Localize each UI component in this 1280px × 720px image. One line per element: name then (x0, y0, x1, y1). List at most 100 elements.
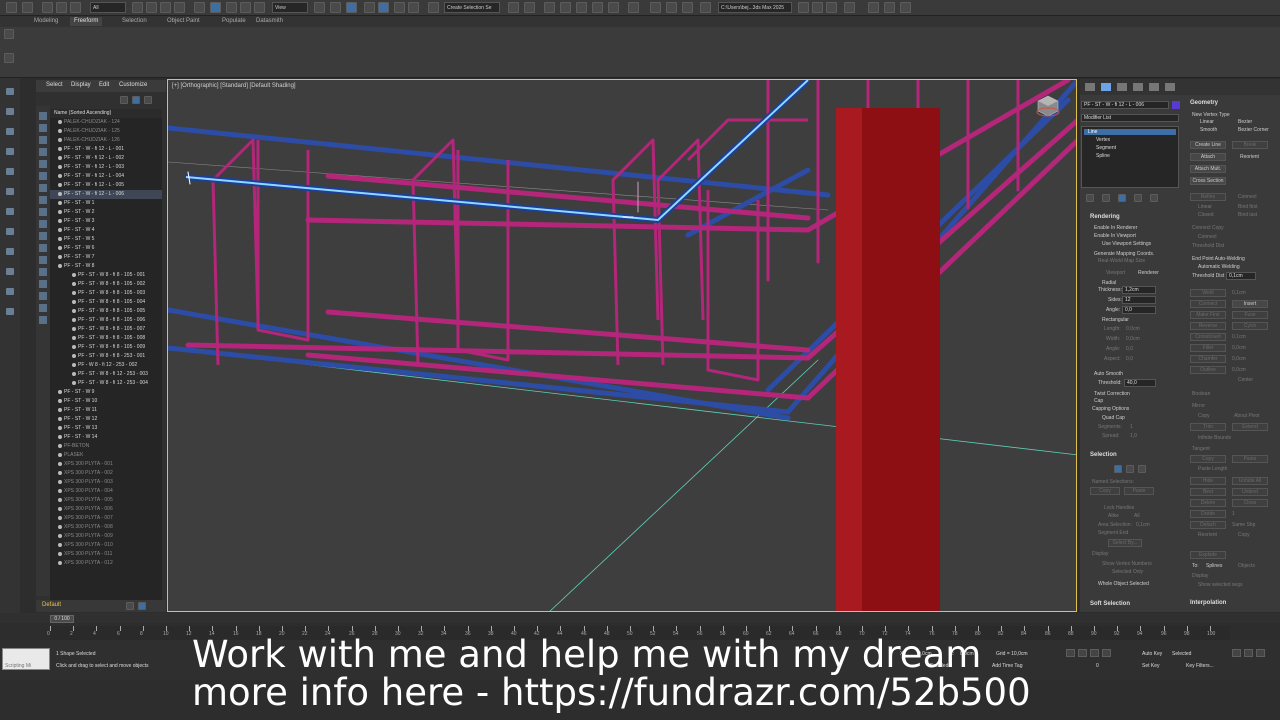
cameras-filter-icon[interactable] (6, 308, 14, 315)
selected-only-checkbox[interactable]: Selected Only (1112, 569, 1143, 575)
reorient2-checkbox[interactable]: Reorient (1198, 532, 1217, 538)
toggle-scene-explorer-icon[interactable] (544, 2, 555, 13)
tree-row[interactable]: PF - ST - W 11 (50, 406, 162, 415)
interpolation-rollout[interactable]: Interpolation (1190, 600, 1226, 606)
sides-spinner[interactable]: 12 (1122, 296, 1156, 304)
segment-end-checkbox[interactable]: Segment End (1098, 530, 1128, 536)
bind-first-checkbox[interactable]: Bind first (1238, 204, 1257, 210)
select-by-button[interactable]: Select By... (1108, 539, 1142, 547)
layer-options-icon[interactable] (126, 602, 134, 610)
placement-icon[interactable] (254, 2, 265, 13)
keyboard-shortcut-icon[interactable] (346, 2, 357, 13)
use-viewport-settings-checkbox[interactable]: Use Viewport Settings (1102, 241, 1151, 247)
filter-icon[interactable] (6, 228, 14, 235)
tree-row[interactable]: PF - W 8 - fi 12 - 253 - 002 (50, 361, 162, 370)
tree-row[interactable]: PF - ST - W 8 - fi 8 - 105 - 006 (50, 316, 162, 325)
alike-radio[interactable]: Alike (1108, 513, 1119, 519)
stack-line[interactable]: Line (1084, 129, 1176, 135)
visibility-icon[interactable] (58, 416, 62, 421)
outline-spinner[interactable]: 0,0cm (1232, 367, 1246, 373)
object-color-swatch[interactable] (1172, 101, 1180, 109)
hierarchy-icon[interactable] (6, 128, 14, 135)
connect-checkbox[interactable]: Connect (1238, 194, 1257, 200)
detach-button[interactable]: Detach (1190, 521, 1226, 529)
maxscript-listener[interactable]: Scripting Mi (2, 648, 50, 670)
filter-icon[interactable] (132, 96, 140, 104)
modifier-list-dropdown[interactable]: Modifier List (1081, 114, 1179, 122)
rectangular-selection-icon[interactable] (160, 2, 171, 13)
weld-button[interactable]: Weld (1190, 289, 1226, 297)
copy3-button[interactable]: Copy (1190, 455, 1226, 463)
visibility-icon[interactable] (72, 308, 76, 313)
sort-icon[interactable] (6, 248, 14, 255)
visibility-icon[interactable] (58, 407, 62, 412)
geometry-rollout[interactable]: Geometry (1190, 100, 1218, 106)
visibility-icon[interactable] (58, 191, 62, 196)
aspect-spinner[interactable]: 0,0 (1126, 356, 1133, 362)
visibility-icon[interactable] (58, 533, 62, 538)
schematic-view-icon[interactable] (608, 2, 619, 13)
rebar-magenta[interactable] (185, 342, 811, 361)
bezier-corner-radio[interactable]: Bezier Corner (1238, 127, 1269, 133)
crossinsert-button[interactable]: CrossInsert (1190, 333, 1226, 341)
smooth-radio[interactable]: Smooth (1200, 127, 1217, 133)
visibility-icon[interactable] (58, 155, 62, 160)
explorer-filter-icon[interactable] (39, 112, 47, 120)
linear-radio[interactable]: Linear (1200, 119, 1214, 125)
tree-row[interactable]: PF - ST - W - fi 12 - L - 003 (50, 163, 162, 172)
tab-datasmith[interactable]: Datasmith (252, 17, 287, 26)
attach-button[interactable]: Attach (1190, 153, 1226, 161)
visibility-icon[interactable] (58, 560, 62, 565)
center-checkbox[interactable]: Center (1238, 377, 1253, 383)
segments-spinner[interactable]: 1 (1130, 424, 1133, 430)
explorer-filter-icon[interactable] (39, 160, 47, 168)
attach-mult-button[interactable]: Attach Mult. (1190, 165, 1226, 173)
tree-row[interactable]: PALEK-CHUDZIAK - 125 (50, 127, 162, 136)
visibility-icon[interactable] (58, 479, 62, 484)
explorer-filter-icon[interactable] (39, 184, 47, 192)
tree-row[interactable]: PF - ST - W 3 (50, 217, 162, 226)
explorer-filter-icon[interactable] (39, 256, 47, 264)
visibility-icon[interactable] (58, 461, 62, 466)
window-crossing-icon[interactable] (174, 2, 185, 13)
about-pivot-checkbox[interactable]: About Pivot (1234, 413, 1260, 419)
menu-customize[interactable]: Customize (119, 82, 147, 88)
visibility-icon[interactable] (58, 164, 62, 169)
explorer-filter-icon[interactable] (39, 124, 47, 132)
tree-row[interactable]: XPS 300 PLYTA - 006 (50, 505, 162, 514)
tree-row[interactable]: XPS 300 PLYTA - 012 (50, 559, 162, 568)
stirrup[interactable] (256, 140, 310, 342)
ribbon-icon[interactable] (576, 2, 587, 13)
current-layer[interactable]: Default (42, 602, 61, 608)
visibility-icon[interactable] (72, 362, 76, 367)
make-unique-icon[interactable] (1118, 194, 1126, 202)
connect2-checkbox[interactable]: Connect (1198, 234, 1217, 240)
auto-smooth-checkbox[interactable]: Auto Smooth (1094, 371, 1123, 377)
tree-row[interactable]: PF - ST - W 8 - fi 8 - 105 - 001 (50, 271, 162, 280)
display-icon[interactable] (6, 168, 14, 175)
visibility-icon[interactable] (58, 254, 62, 259)
menu-display[interactable]: Display (71, 82, 91, 88)
hide-button[interactable]: Hide (1190, 477, 1226, 485)
viewport-label[interactable]: [+] [Orthographic] [Standard] [Default S… (172, 83, 296, 89)
tree-row[interactable]: PF - ST - W 8 - fi 8 - 105 - 008 (50, 334, 162, 343)
connect3-button[interactable]: Connect (1190, 300, 1226, 308)
paste2-button[interactable]: Paste (1232, 455, 1268, 463)
ribbon-tool-icon[interactable] (4, 29, 14, 39)
visibility-icon[interactable] (58, 488, 62, 493)
extend-button[interactable]: Extend (1232, 423, 1268, 431)
tree-row[interactable]: PF - ST - W 8 - fi 12 - 253 - 004 (50, 379, 162, 388)
generate-mapping-checkbox[interactable]: Generate Mapping Coords. (1094, 251, 1154, 257)
rebar-magenta[interactable] (305, 217, 811, 233)
object-name-field[interactable]: PF - ST - W - fi 12 - L - 006 (1081, 101, 1169, 109)
project-icon[interactable] (812, 2, 823, 13)
weld-spinner[interactable]: 0,1cm (1232, 290, 1246, 296)
tree-row[interactable]: PF - ST - W 12 (50, 415, 162, 424)
angle-spinner[interactable]: 0,0 (1122, 306, 1156, 314)
visibility-icon[interactable] (58, 119, 62, 124)
visibility-icon[interactable] (58, 245, 62, 250)
tree-row[interactable]: XPS 300 PLYTA - 010 (50, 541, 162, 550)
threshold-spinner[interactable]: 40,0 (1124, 379, 1156, 387)
visibility-icon[interactable] (58, 173, 62, 178)
tree-row[interactable]: PF - ST - W - fi 12 - L - 004 (50, 172, 162, 181)
